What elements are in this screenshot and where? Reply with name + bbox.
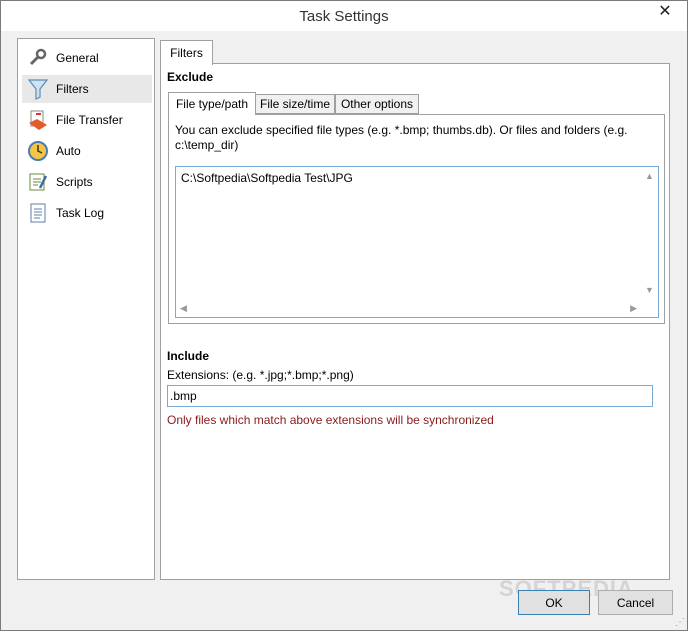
log-icon	[26, 201, 50, 225]
sidebar-item-general[interactable]: General	[22, 44, 152, 72]
tab-filters[interactable]: Filters	[160, 40, 213, 65]
exclude-heading: Exclude	[167, 70, 214, 84]
sidebar-item-scripts[interactable]: Scripts	[22, 168, 152, 196]
sidebar-item-label: General	[56, 51, 99, 65]
sidebar: General Filters File Transfer Auto Scrip…	[17, 38, 155, 580]
clock-icon	[26, 139, 50, 163]
exclude-description: You can exclude specified file types (e.…	[175, 123, 628, 152]
file-transfer-icon	[26, 108, 50, 132]
scroll-down-icon[interactable]: ▼	[645, 285, 654, 295]
sidebar-item-filters[interactable]: Filters	[22, 75, 152, 103]
task-settings-window: Task Settings ✕ General Filters File Tra…	[0, 0, 688, 631]
sidebar-item-label: Auto	[56, 144, 81, 158]
scroll-up-icon[interactable]: ▲	[645, 171, 654, 181]
list-item[interactable]: C:\Softpedia\Softpedia Test\JPG	[181, 171, 353, 185]
horizontal-scrollbar[interactable]: ◀ ▶	[176, 300, 641, 317]
funnel-icon	[26, 77, 50, 101]
subtab-file-type-path[interactable]: File type/path	[168, 92, 256, 115]
exclude-subpanel: You can exclude specified file types (e.…	[168, 114, 665, 324]
title-bar[interactable]: Task Settings ✕	[1, 1, 687, 31]
cancel-button[interactable]: Cancel	[598, 590, 673, 615]
extensions-input[interactable]: .bmp	[167, 385, 653, 407]
sidebar-item-label: Task Log	[56, 206, 105, 220]
scroll-right-icon[interactable]: ▶	[630, 303, 637, 314]
sidebar-item-label: Filters	[56, 82, 89, 96]
sidebar-item-label: Scripts	[56, 175, 93, 189]
close-icon[interactable]: ✕	[649, 1, 681, 21]
window-title: Task Settings	[299, 8, 389, 25]
sidebar-item-file-transfer[interactable]: File Transfer	[22, 106, 152, 134]
scroll-left-icon[interactable]: ◀	[180, 303, 187, 314]
subtab-other-options[interactable]: Other options	[335, 94, 419, 114]
subtab-file-size-time[interactable]: File size/time	[255, 94, 335, 114]
include-hint: Only files which match above extensions …	[167, 413, 494, 427]
wrench-icon	[26, 46, 50, 70]
vertical-scrollbar[interactable]: ▲ ▼	[641, 167, 658, 299]
exclude-list[interactable]: C:\Softpedia\Softpedia Test\JPG ▲ ▼ ◀ ▶	[175, 166, 659, 318]
extensions-label: Extensions: (e.g. *.jpg;*.bmp;*.png)	[167, 368, 354, 382]
ok-button[interactable]: OK	[518, 590, 590, 615]
sidebar-item-task-log[interactable]: Task Log	[22, 199, 152, 227]
sidebar-item-auto[interactable]: Auto	[22, 137, 152, 165]
resize-grip-icon[interactable]: ⋰	[675, 617, 685, 628]
script-icon	[26, 170, 50, 194]
include-heading: Include	[167, 349, 210, 363]
sidebar-item-label: File Transfer	[56, 113, 123, 127]
